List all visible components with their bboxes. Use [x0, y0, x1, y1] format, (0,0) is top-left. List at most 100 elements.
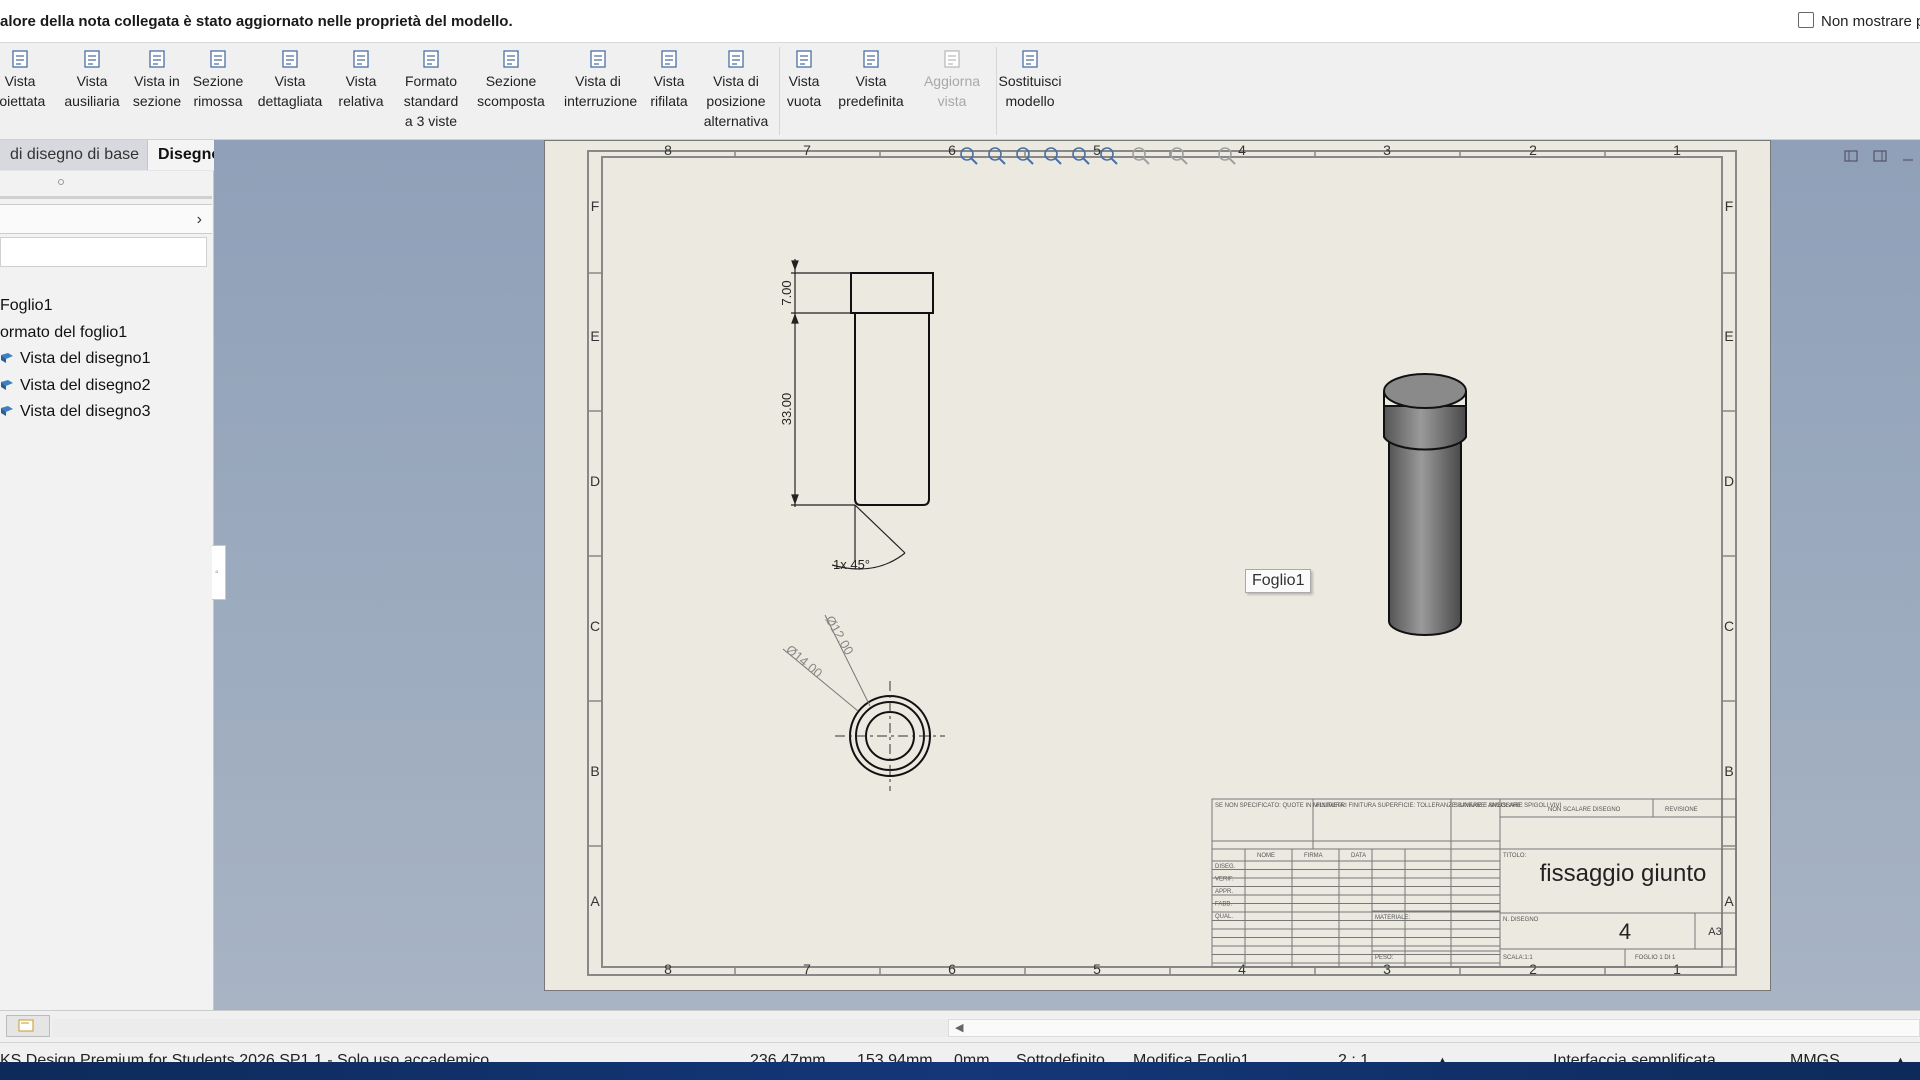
toolbar-button-10[interactable]: Vista rifilata [635, 49, 703, 111]
zone-row-label: C [1724, 618, 1734, 634]
toolbar-button-label: Vista [4, 73, 36, 89]
zone-col-label: 7 [803, 961, 811, 977]
drawing-view-icon [1, 353, 13, 363]
tb-row-label: APPR. [1215, 889, 1233, 895]
zone-row-label: D [590, 473, 600, 489]
sheet-canvas[interactable]: 8877665544332211F FE ED DC CB BA A 7.00 33.00 … [545, 141, 1772, 992]
front-view [850, 272, 934, 506]
tree-item-4[interactable]: Vista del disegno2 [0, 377, 150, 395]
tree-item-label: Foglio1 [0, 297, 53, 314]
tb-no-scale: NON SCALARE DISEGNO [1548, 807, 1621, 813]
toolbar-button-label: Vista [788, 73, 820, 89]
tb-row-label: QUAL. [1215, 914, 1233, 920]
toolbar-button-label: relativa [338, 93, 384, 109]
zone-col-label: 7 [803, 142, 811, 158]
panel-tab-row[interactable]: › [0, 204, 212, 234]
zone-row-label: A [1724, 893, 1734, 909]
appearance-icon[interactable] [1216, 145, 1238, 167]
front-dimensions [791, 259, 906, 570]
previous-view-icon[interactable] [1014, 145, 1036, 167]
scroll-left-icon[interactable]: ◀ [955, 1021, 963, 1034]
zone-col-label: 1 [1673, 142, 1681, 158]
sheet-tabs-area [52, 1019, 948, 1037]
tb-scale: SCALA:1:1 [1503, 955, 1533, 961]
minimize-icon[interactable] [1900, 148, 1916, 164]
toolbar-button-15[interactable]: Sostituisci modello [996, 49, 1064, 111]
toolbar-separator [779, 47, 780, 135]
zone-col-label: 2 [1529, 142, 1537, 158]
toolbar-button-label: vista [937, 93, 967, 109]
tree-item-label: Vista del disegno2 [20, 376, 151, 394]
tree-item-5[interactable]: Vista del disegno3 [0, 403, 150, 421]
tb-revision: REVISIONE [1665, 807, 1698, 813]
zone-col-label: 6 [948, 142, 956, 158]
toolbar-button-2[interactable]: Vista ausiliaria [58, 49, 126, 111]
dim-outer-diameter: Ø14.00 [783, 642, 825, 681]
toolbar-button-label: predefinita [838, 93, 904, 109]
drawing-view-icon [1, 406, 13, 416]
section-view-icon[interactable] [1042, 145, 1064, 167]
zone-row-label: B [590, 763, 599, 779]
sheet-tab-button[interactable] [6, 1015, 50, 1037]
zoom-to-area-icon[interactable] [986, 145, 1008, 167]
toolbar-button-label: Vista di [575, 73, 621, 89]
chevron-right-icon[interactable]: › [197, 211, 202, 229]
dim-chamfer: 1x 45° [833, 557, 870, 572]
tree-item-label: ormato del foglio1 [0, 323, 128, 341]
toolbar-button-13[interactable]: Vista predefinita [837, 49, 905, 111]
toolbar-button-7[interactable]: Formato standard a 3 viste [397, 49, 465, 131]
toolbar-button-label: interruzione [564, 93, 638, 109]
dim-head-height: 7.00 [779, 280, 794, 305]
alternate-position-view-icon [728, 50, 744, 68]
toolbar-button-9[interactable]: Vista di interruzione [564, 49, 638, 111]
toolbar-button-label: rimossa [193, 93, 243, 109]
toolbar-button-label: alternativa [703, 113, 769, 129]
zone-row-label: F [1725, 198, 1734, 214]
zone-col-label: 8 [664, 961, 672, 977]
tree-item-1[interactable]: Foglio1 [0, 297, 52, 315]
rotate-icon[interactable] [1070, 145, 1092, 167]
dont-show-again-checkbox[interactable] [1798, 12, 1814, 28]
display-style-icon[interactable] [1130, 145, 1152, 167]
tile-right-icon[interactable] [1872, 148, 1888, 164]
toolbar-button-label: Formato [404, 73, 458, 89]
toolbar-button-14[interactable]: Aggiorna vista [918, 49, 986, 111]
toolbar-button-12[interactable]: Vista vuota [770, 49, 838, 111]
detail-view-icon [282, 50, 298, 68]
tb-row-label: DISEG. [1215, 864, 1236, 870]
toolbar-button-label: a 3 viste [404, 113, 458, 129]
tree-item-2[interactable]: ormato del foglio1 [0, 324, 127, 342]
tree-item-label: Vista del disegno3 [20, 403, 151, 420]
pan-icon[interactable] [1098, 145, 1120, 167]
horizontal-scrollbar[interactable]: ◀ [948, 1019, 1920, 1037]
zone-col-label: 1 [1673, 961, 1681, 977]
tab-1[interactable]: di disegno di base [0, 140, 148, 170]
zone-row-label: C [590, 618, 600, 634]
toolbar-button-3[interactable]: Vista in sezione [123, 49, 191, 111]
tree-filter-input[interactable] [0, 237, 207, 267]
tile-left-icon[interactable] [1843, 148, 1859, 164]
toolbar-button-1[interactable]: Vista roiettata [0, 49, 54, 111]
toolbar-button-6[interactable]: Vista relativa [327, 49, 395, 111]
toolbar-button-5[interactable]: Vista dettagliata [256, 49, 324, 111]
hide-show-icon[interactable] [1168, 145, 1190, 167]
tree-item-label: Vista del disegno1 [20, 350, 151, 367]
crop-view-icon [661, 50, 677, 68]
dont-show-again-label[interactable]: Non mostrare p [1821, 13, 1920, 30]
update-view-icon [944, 50, 960, 68]
toolbar-button-8[interactable]: Sezione scomposta [477, 49, 545, 111]
dim-inner-diameter: Ø12.00 [822, 613, 856, 657]
toolbar-button-label: scomposta [477, 93, 545, 109]
toolbar-button-label: ausiliaria [64, 93, 120, 109]
toolbar-button-4[interactable]: Sezione rimossa [184, 49, 252, 111]
zone-col-label: 8 [664, 142, 672, 158]
panel-handle-icon[interactable] [58, 179, 64, 185]
toolbar-button-11[interactable]: Vista di posizione alternativa [702, 49, 770, 131]
centerlines [835, 681, 945, 791]
toolbar-separator [996, 47, 997, 135]
panel-collapse-handle[interactable]: ◦ [212, 545, 226, 600]
zoom-to-fit-icon[interactable] [958, 145, 980, 167]
empty-view-icon [796, 50, 812, 68]
drawing-sheet[interactable]: 8877665544332211FFEEDDCCBBAA 7.00 33.00 … [544, 140, 1771, 991]
tree-item-3[interactable]: Vista del disegno1 [0, 350, 150, 368]
